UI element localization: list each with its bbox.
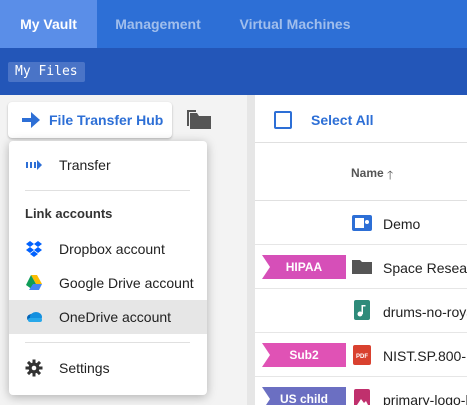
audio-file-icon: [354, 300, 370, 320]
tag-badge: HIPAA: [262, 255, 346, 279]
panel-divider[interactable]: [247, 95, 255, 405]
tab-my-vault[interactable]: My Vault: [0, 0, 97, 48]
menu-item-label: Transfer: [59, 157, 111, 173]
folder-icon: [352, 260, 372, 274]
file-name[interactable]: Demo: [383, 216, 420, 232]
file-transfer-hub-button[interactable]: File Transfer Hub: [8, 102, 172, 138]
select-all-checkbox[interactable]: [274, 111, 292, 129]
tab-virtual-machines[interactable]: Virtual Machines: [219, 0, 371, 48]
pdf-file-icon: PDF: [353, 345, 371, 365]
menu-item-label: Dropbox account: [59, 241, 165, 257]
menu-divider: [25, 190, 190, 191]
image-file-icon: [354, 389, 370, 405]
onedrive-icon: [27, 312, 42, 322]
file-transfer-hub-label: File Transfer Hub: [49, 112, 164, 128]
dropbox-icon: [26, 241, 42, 257]
google-drive-icon: [26, 275, 42, 290]
menu-item-label: OneDrive account: [59, 309, 172, 325]
menu-divider: [25, 342, 190, 343]
folder-icon[interactable]: [186, 108, 214, 132]
menu-item-settings[interactable]: Settings: [9, 351, 207, 385]
menu-item-onedrive[interactable]: OneDrive account: [9, 300, 207, 334]
breadcrumb[interactable]: My Files: [8, 62, 85, 82]
menu-item-label: Settings: [59, 360, 110, 376]
link-accounts-heading: Link accounts: [25, 206, 113, 221]
menu-item-label: Google Drive account: [59, 275, 194, 291]
transfer-icon: [26, 160, 42, 170]
gear-icon: [25, 359, 43, 377]
tab-management[interactable]: Management: [97, 0, 219, 48]
menu-item-dropbox[interactable]: Dropbox account: [9, 232, 207, 266]
menu-item-transfer[interactable]: Transfer: [9, 148, 207, 182]
select-all-button[interactable]: Select All: [311, 111, 374, 129]
arrow-right-icon: [22, 112, 40, 128]
tag-badge: US child: [262, 387, 346, 405]
name-column-header[interactable]: Name: [351, 166, 384, 180]
sort-arrow-icon[interactable]: 🡑: [387, 166, 393, 187]
file-name[interactable]: Space Resear: [383, 260, 467, 276]
shared-folder-icon: [352, 215, 372, 231]
file-name[interactable]: primary-logo-h: [383, 392, 467, 405]
tag-badge: Sub2: [262, 343, 346, 367]
svg-text:PDF: PDF: [356, 354, 368, 360]
file-name[interactable]: drums-no-roya: [383, 304, 467, 320]
menu-item-google-drive[interactable]: Google Drive account: [9, 266, 207, 300]
file-name[interactable]: NIST.SP.800-1: [383, 348, 467, 364]
